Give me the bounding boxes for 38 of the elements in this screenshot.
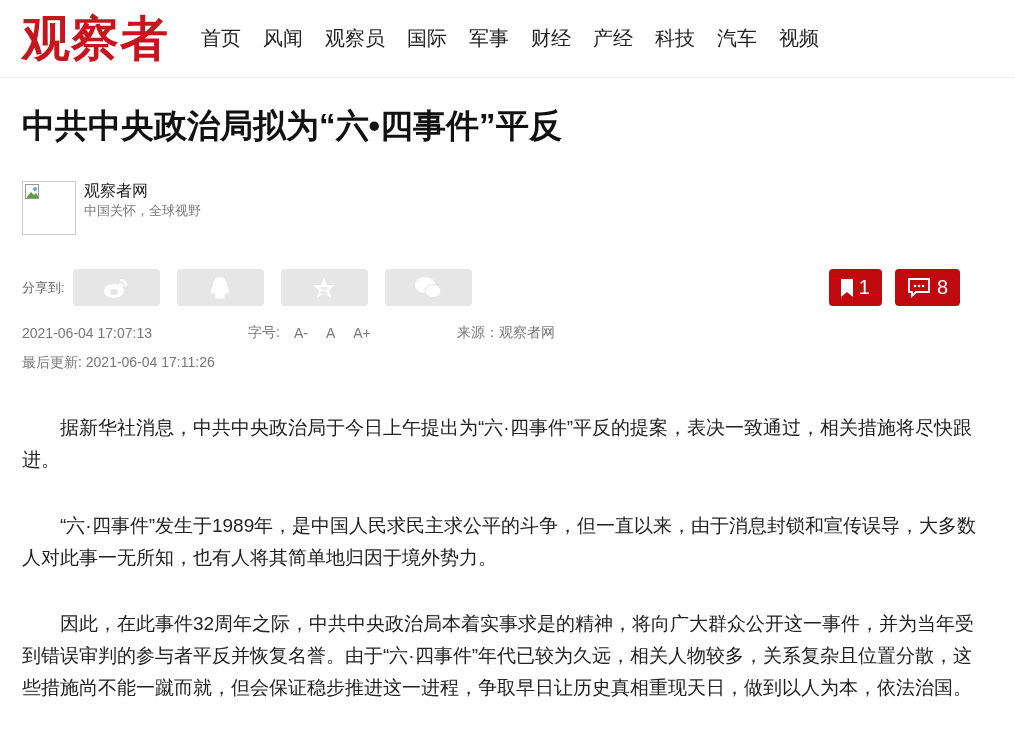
update-time: 最后更新: 2021-06-04 17:11:26 bbox=[22, 354, 216, 372]
article-paragraph: “六·四事件”发生于1989年，是中国人民求民主求公平的斗争，但一直以来，由于消息封锁和宣传误导，大多数人对此事一无所知，也有人将其简单地归因于境外势力。 bbox=[22, 514, 978, 570]
share-label: 分享到: bbox=[22, 278, 65, 297]
article-paragraph: 因此，在此事件32周年之际，中共中央政治局本着实事求是的精神，将向广大群众公开这一事件，并为当年受到错误审判的参与者平反并恢复名誉。由于“六·四事件”年代已较为久远，相关人物较多，关系复杂且位置分散，这些措施尚不能一蹴而就，但会保证稳步推进这一进程，争取早日让历史真相重现天日，做到以人为本，依法治国。 bbox=[22, 612, 976, 700]
author-name[interactable]: 观察者网 bbox=[84, 181, 148, 201]
share-button[interactable] bbox=[72, 269, 160, 306]
nav-link[interactable]: 视频 bbox=[779, 25, 819, 52]
chat-bubbles-icon bbox=[414, 275, 443, 300]
nav-link[interactable]: 军事 bbox=[469, 25, 509, 52]
source-label: 来源：观察者网 bbox=[456, 324, 555, 342]
nav-link[interactable]: 首页 bbox=[201, 25, 241, 52]
bookmark-icon bbox=[840, 278, 853, 297]
font-size-link[interactable]: A- bbox=[293, 325, 308, 341]
nav-link[interactable]: 国际 bbox=[407, 25, 447, 52]
share-button[interactable] bbox=[176, 269, 264, 306]
article-title: 中共中央政治局拟为“六•四事件”平反 bbox=[22, 106, 563, 146]
star-icon bbox=[312, 275, 337, 300]
publish-time: 2021-06-04 17:07:13 bbox=[22, 325, 153, 341]
comment-icon bbox=[906, 277, 931, 298]
author-slogan: 中国关怀，全球视野 bbox=[84, 202, 201, 220]
weibo-icon bbox=[103, 276, 130, 299]
nav-link[interactable]: 汽车 bbox=[717, 25, 757, 52]
nav-link[interactable]: 产经 bbox=[593, 25, 633, 52]
penguin-icon bbox=[209, 275, 232, 300]
share-button[interactable] bbox=[280, 269, 368, 306]
broken-image-icon bbox=[22, 181, 76, 235]
share-button[interactable] bbox=[384, 269, 472, 306]
bookmark-button[interactable]: 1 bbox=[828, 269, 882, 306]
nav-link[interactable]: 风闻 bbox=[263, 25, 303, 52]
comment-button[interactable]: 8 bbox=[894, 269, 960, 306]
nav-link[interactable]: 财经 bbox=[531, 25, 571, 52]
font-size-link[interactable]: A bbox=[325, 325, 336, 341]
font-size-label: 字号: bbox=[248, 324, 280, 342]
nav-link[interactable]: 观察员 bbox=[325, 25, 385, 52]
nav-link[interactable]: 科技 bbox=[655, 25, 695, 52]
site-logo[interactable]: 观察者 bbox=[22, 14, 169, 63]
article-paragraph: 据新华社消息，中共中央政治局于今日上午提出为“六·四事件”平反的提案，表决一致通过，相关措施将尽快跟进。 bbox=[22, 416, 973, 472]
font-size-link[interactable]: A+ bbox=[353, 325, 371, 341]
